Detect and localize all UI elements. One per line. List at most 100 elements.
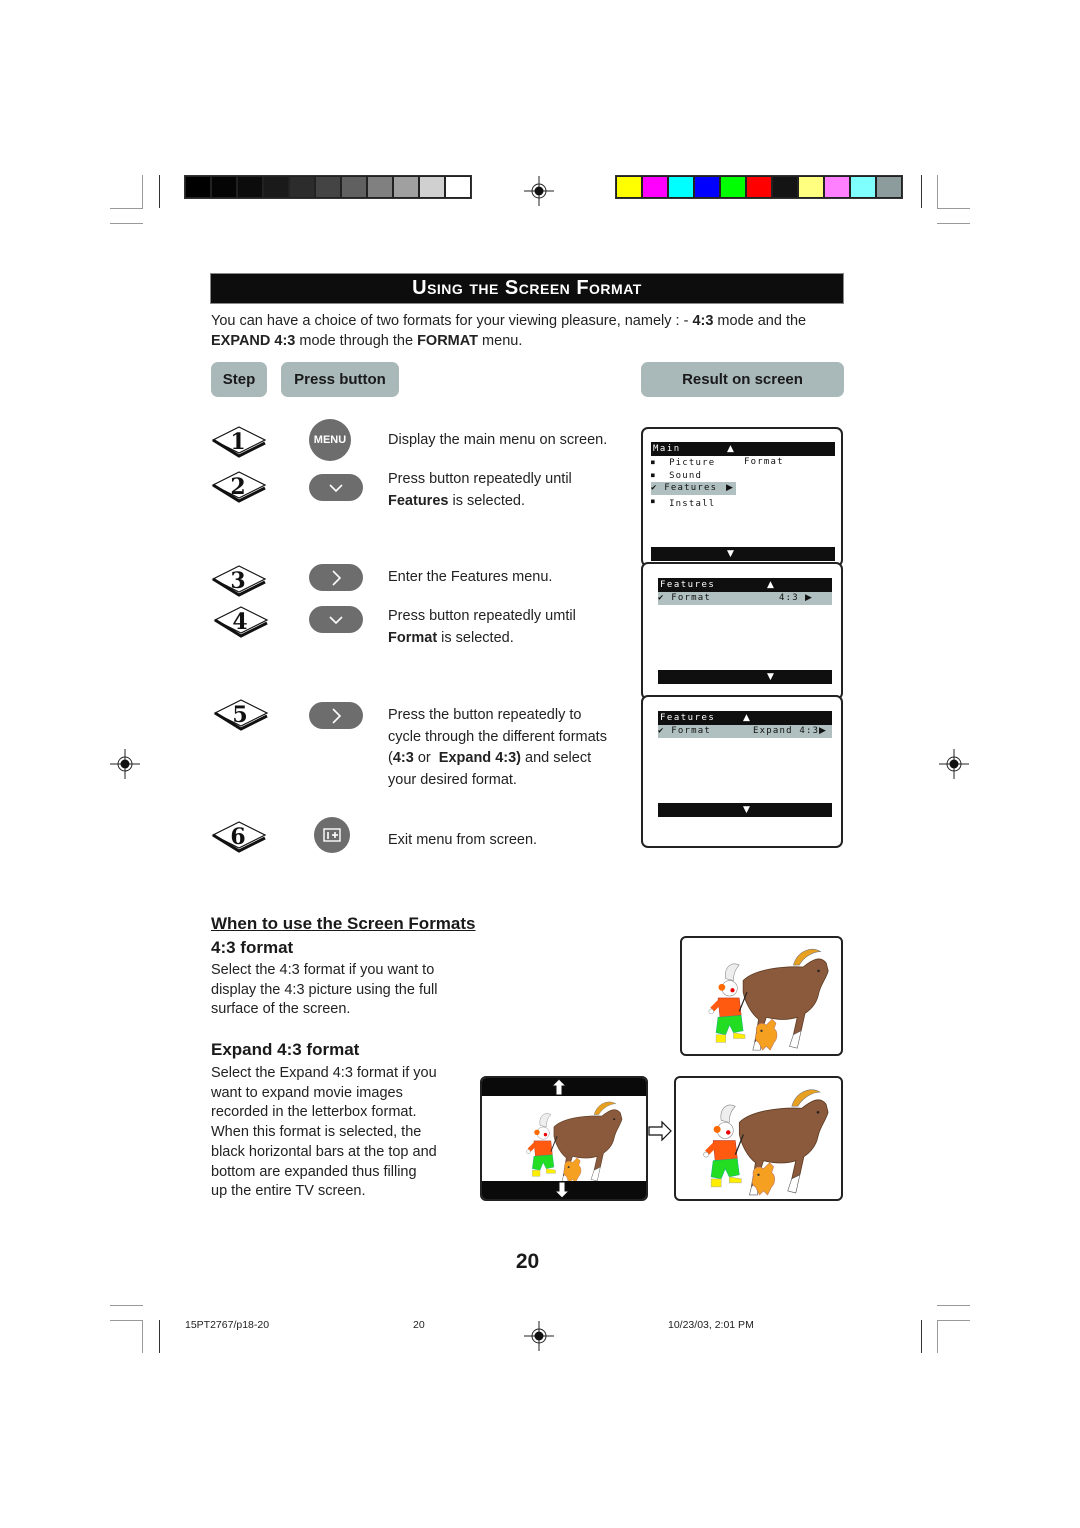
svg-text:4: 4 (232, 609, 247, 635)
step-3-text: Enter the Features menu. (388, 569, 553, 585)
step-text-line: your desired format. (388, 771, 517, 788)
osd-item-value: 4:3 (779, 593, 799, 603)
column-header-step: Step (211, 362, 267, 397)
step-5-text: Press the button repeatedly to cycle thr… (388, 705, 628, 791)
step-text-line: cycle through the different formats (388, 728, 607, 745)
osd-item-label: Format (671, 593, 711, 603)
svg-text:2: 2 (230, 474, 245, 500)
svg-text:1: 1 (230, 429, 245, 455)
check-icon: ✔ (658, 726, 665, 736)
color-swatch (342, 177, 366, 197)
osd-header-label: Features (660, 580, 716, 590)
scroll-up-icon: ▲ (743, 713, 750, 723)
color-calibration-bar (615, 175, 903, 199)
down-arrow-button (309, 474, 363, 501)
chevron-right-icon (332, 707, 341, 724)
osd-header: Main (651, 442, 835, 456)
crop-mark (937, 208, 970, 209)
crop-mark (110, 1305, 143, 1306)
crop-mark (110, 1320, 143, 1321)
tv-letterbox-picture (480, 1076, 648, 1201)
osd-item-label: Install (669, 499, 716, 509)
color-swatch (643, 177, 667, 197)
registration-mark-icon (524, 176, 554, 206)
section-heading-expand-format: Expand 4:3 format (211, 1040, 360, 1059)
step-number-5: 5 (213, 696, 269, 732)
color-swatch (264, 177, 288, 197)
crop-mark (937, 1320, 970, 1321)
right-arrow-button (309, 564, 363, 591)
intro-text: mode through the (295, 333, 418, 349)
chevron-down-icon (329, 615, 343, 624)
osd-item-value: Expand 4:3 (753, 726, 820, 736)
step-text-line: and select (520, 750, 592, 766)
paragraph-line: When this format is selected, the (211, 1124, 422, 1141)
chevron-down-icon (329, 483, 343, 492)
step-text-line: Press button repeatedly until (388, 471, 572, 487)
page-number: 20 (515, 1250, 540, 1273)
svg-text:3: 3 (230, 568, 245, 594)
intro-text: mode and the (713, 313, 807, 329)
registration-mark-icon (110, 749, 140, 779)
osd-features-menu: Features ▲ ✔ Format 4:3 ▶ ▼ (641, 562, 843, 700)
paragraph-line: up the entire TV screen. (211, 1183, 366, 1200)
color-swatch (316, 177, 340, 197)
osd-header-label: Main (653, 444, 681, 454)
paragraph-line: recorded in the letterbox format. (211, 1104, 417, 1121)
step-6-text: Exit menu from screen. (388, 832, 538, 848)
transition-arrow-icon (648, 1120, 672, 1142)
color-swatch (368, 177, 392, 197)
crop-mark (937, 1320, 938, 1353)
clown-horse-dog-illustration (708, 948, 829, 1051)
crop-mark (142, 175, 143, 208)
crop-mark (159, 175, 160, 208)
color-swatch (446, 177, 470, 197)
crop-mark (142, 1320, 143, 1353)
color-swatch (238, 177, 262, 197)
step-number-4: 4 (213, 603, 269, 639)
color-swatch (799, 177, 823, 197)
check-icon: ✔ (651, 483, 658, 493)
intro-text: You can have a choice of two formats for… (211, 313, 693, 329)
expand-down-arrow-icon (554, 1181, 570, 1199)
step-text-line: is selected. (437, 629, 514, 646)
color-swatch (669, 177, 693, 197)
intro-bold: EXPAND 4:3 (211, 333, 296, 349)
color-swatch (212, 177, 236, 197)
column-header-result: Result on screen (641, 362, 844, 397)
right-arrow-button (309, 702, 363, 729)
color-swatch (721, 177, 745, 197)
osd-submenu-preview: Format (744, 457, 784, 467)
step-text-bold: 4:3 (392, 750, 414, 766)
clown-horse-dog-illustration (702, 1089, 829, 1196)
step-number-1: 1 (211, 423, 267, 459)
scroll-down-icon: ▼ (767, 672, 774, 682)
crop-mark (937, 1305, 970, 1306)
crop-mark (937, 223, 970, 224)
step-2-text: Press button repeatedly until Features is… (388, 469, 628, 512)
color-swatch (420, 177, 444, 197)
color-swatch (290, 177, 314, 197)
osd-header-label: Features (660, 713, 716, 723)
scroll-down-icon: ▼ (727, 549, 734, 559)
paragraph-43-format: Select the 4:3 format if you want to dis… (211, 961, 438, 1020)
footer-file-name: 15PT2767/p18-20 (185, 1319, 270, 1331)
osd-item-label: Picture (669, 458, 716, 468)
crop-mark (921, 175, 922, 208)
paragraph-line: want to expand movie images (211, 1084, 403, 1101)
paragraph-line: Select the Expand 4:3 format if you (211, 1065, 437, 1081)
step-4-text: Press button repeatedly umtil Format is s… (388, 606, 628, 649)
section-heading-43-format: 4:3 format (211, 938, 294, 957)
tv-43-format-picture (680, 936, 843, 1056)
step-text-line: Press button repeatedly umtil (388, 608, 576, 624)
color-swatch (825, 177, 849, 197)
color-swatch (851, 177, 875, 197)
osd-exit-button (314, 817, 350, 853)
bullet-icon: ■ (651, 498, 656, 505)
osd-item-label: Features (664, 483, 718, 493)
osd-item-label: Format (671, 726, 711, 736)
tv-expanded-picture (674, 1076, 843, 1201)
scroll-up-icon: ▲ (767, 580, 774, 590)
osd-header: Features (658, 578, 832, 592)
osd-features-menu-expand: Features ▲ ✔ Format Expand 4:3 ▶ ▼ (641, 695, 843, 848)
